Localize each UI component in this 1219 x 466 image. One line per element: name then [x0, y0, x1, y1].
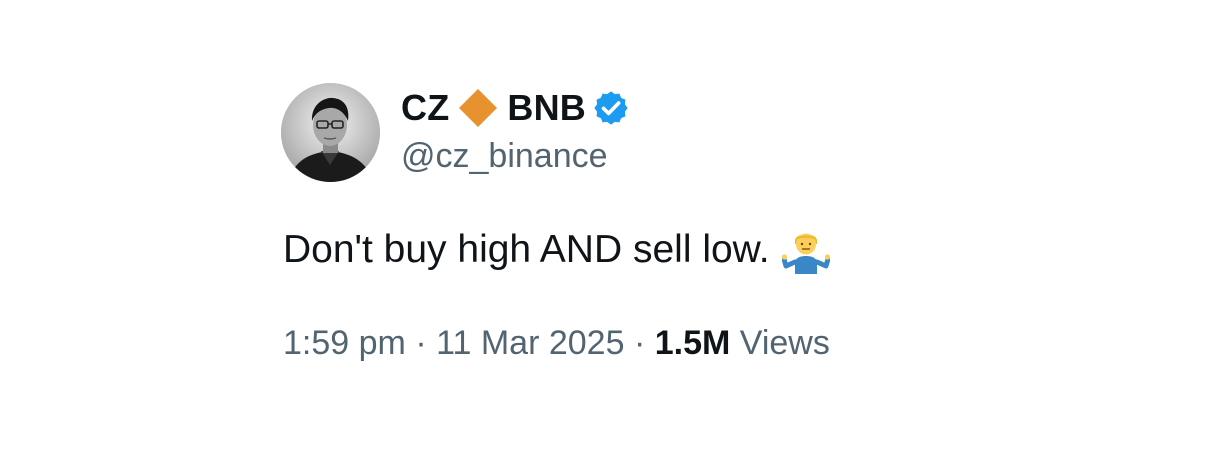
avatar-photo — [281, 83, 380, 182]
tweet-meta: 1:59 pm · 11 Mar 2025 · 1.5M Views — [283, 324, 830, 363]
avatar[interactable] — [281, 83, 380, 182]
tweet-header: CZ BNB @cz_binance — [281, 80, 1161, 184]
display-name-row[interactable]: CZ BNB — [401, 86, 630, 130]
tweet-date[interactable]: 11 Mar 2025 — [436, 324, 624, 362]
display-name-first: CZ — [401, 87, 450, 128]
meta-separator: · — [633, 324, 646, 362]
tweet-text: Don't buy high AND sell low. — [283, 226, 831, 274]
tweet-text-content: Don't buy high AND sell low. — [283, 228, 770, 271]
user-handle[interactable]: @cz_binance — [401, 137, 608, 176]
person-shrugging-icon — [781, 226, 831, 274]
views-count: 1.5M — [654, 324, 731, 362]
orange-diamond-icon — [457, 87, 499, 129]
meta-separator: · — [415, 324, 427, 362]
tweet-card: CZ BNB @cz_binance Don't buy high AND se… — [281, 80, 1161, 362]
verified-badge-icon — [592, 89, 630, 127]
display-name-second: BNB — [507, 87, 586, 128]
tweet-time[interactable]: 1:59 pm — [283, 324, 406, 362]
views-label: Views — [739, 324, 830, 362]
